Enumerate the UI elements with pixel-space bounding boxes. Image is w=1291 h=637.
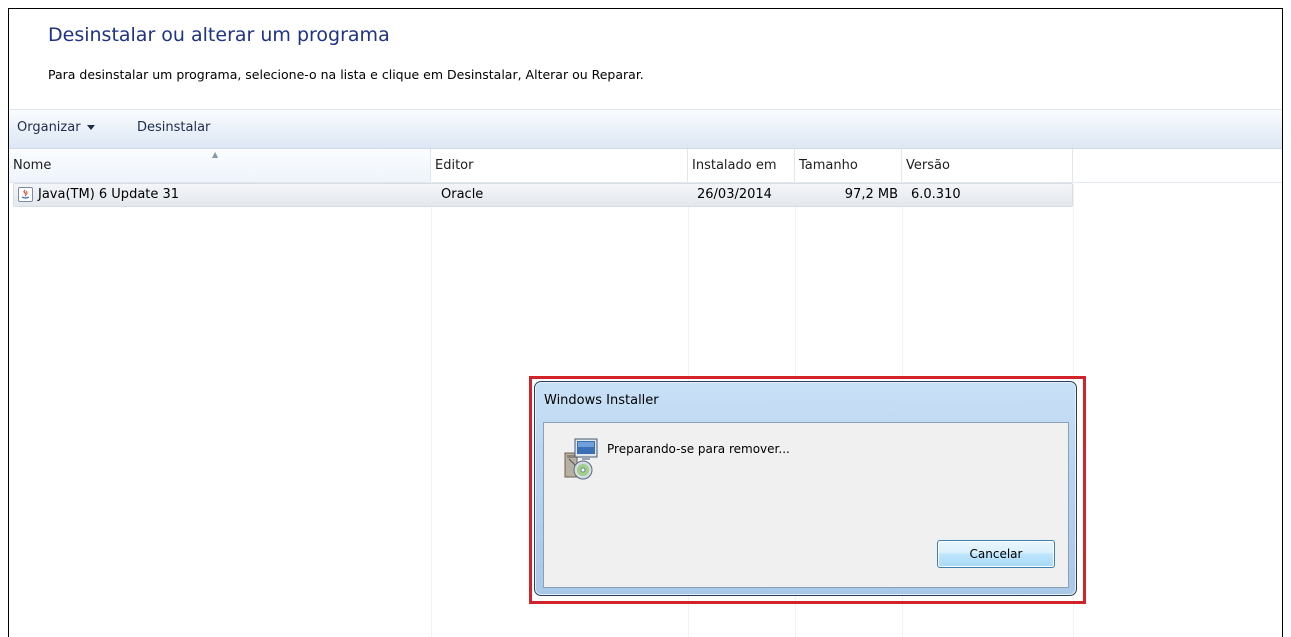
- column-divider: [431, 182, 432, 637]
- table-row[interactable]: Java(TM) 6 Update 31 Oracle 26/03/2014 9…: [13, 183, 1073, 207]
- program-editor: Oracle: [441, 187, 484, 202]
- java-icon: [18, 187, 33, 202]
- column-header-size[interactable]: Tamanho: [795, 149, 902, 182]
- program-size: 97,2 MB: [844, 187, 898, 202]
- windows-installer-dialog: Windows Installer Preparando-se para rem…: [534, 381, 1077, 596]
- chevron-down-icon: [86, 125, 95, 130]
- list-header: ▲ Nome Editor Instalado em Tamanho Versã…: [9, 149, 1282, 183]
- dialog-title: Windows Installer: [544, 393, 659, 408]
- installer-icon: [561, 437, 601, 481]
- program-name: Java(TM) 6 Update 31: [38, 187, 180, 202]
- column-header-installed[interactable]: Instalado em: [688, 149, 795, 182]
- sort-ascending-icon: ▲: [212, 150, 219, 159]
- column-header-version[interactable]: Versão: [902, 149, 1073, 182]
- column-header-editor[interactable]: Editor: [431, 149, 688, 182]
- toolbar: Organizar Desinstalar: [9, 109, 1282, 149]
- page-title: Desinstalar ou alterar um programa: [48, 24, 390, 46]
- program-installed-date: 26/03/2014: [697, 187, 772, 202]
- cancel-button[interactable]: Cancelar: [937, 540, 1055, 568]
- organize-button[interactable]: Organizar: [17, 120, 95, 135]
- uninstall-button[interactable]: Desinstalar: [137, 120, 210, 135]
- page-description: Para desinstalar um programa, selecione-…: [48, 67, 644, 82]
- column-header-name[interactable]: ▲ Nome: [9, 149, 431, 182]
- program-version: 6.0.310: [911, 187, 961, 202]
- column-header-name-label: Nome: [13, 158, 52, 173]
- dialog-body: Preparando-se para remover... Cancelar: [543, 422, 1069, 588]
- dialog-message: Preparando-se para remover...: [607, 442, 790, 456]
- organize-label: Organizar: [17, 120, 81, 135]
